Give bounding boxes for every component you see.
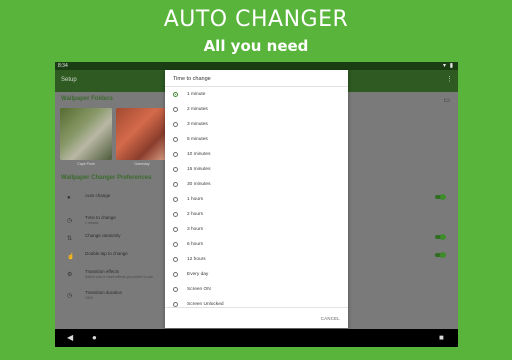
radio-button[interactable] bbox=[173, 257, 178, 262]
time-to-change-dialog: Time to change 1 minute 2 minutes 3 minute… bbox=[165, 70, 348, 328]
wallpaper-thumbnail-1[interactable] bbox=[60, 108, 112, 160]
dialog-option[interactable]: 2 hours bbox=[165, 208, 348, 223]
preference-title: Change randomly bbox=[85, 233, 121, 238]
dialog-option[interactable]: Screen ON bbox=[165, 283, 348, 298]
option-label: Screen ON bbox=[187, 287, 211, 292]
radio-button[interactable] bbox=[173, 137, 178, 142]
promo-subtitle: All you need bbox=[203, 37, 309, 55]
preference-toggle[interactable] bbox=[435, 234, 446, 240]
add-folder-icon[interactable]: ▭ bbox=[443, 96, 450, 104]
thumbnail-label-2: Gameday bbox=[134, 162, 150, 166]
preference-subtitle: 1500 bbox=[85, 296, 93, 300]
preference-title: Time to change bbox=[85, 215, 116, 220]
dialog-option[interactable]: 10 minutes bbox=[165, 148, 348, 163]
radio-button[interactable] bbox=[173, 152, 178, 157]
option-label: 15 minutes bbox=[187, 167, 211, 172]
radio-button[interactable] bbox=[173, 167, 178, 172]
preference-title: Double tap to change bbox=[85, 251, 128, 256]
wallpaper-thumbnail-2[interactable] bbox=[116, 108, 168, 160]
dialog-option[interactable]: 6 hours bbox=[165, 238, 348, 253]
dialog-option[interactable]: 3 minutes bbox=[165, 118, 348, 133]
preference-icon: ◷ bbox=[67, 293, 73, 299]
preference-icon: ⚙ bbox=[67, 272, 73, 278]
option-label: 10 minutes bbox=[187, 152, 211, 157]
preference-subtitle: Select one or more effects you prefer to… bbox=[85, 275, 154, 279]
dialog-option[interactable]: 12 hours bbox=[165, 253, 348, 268]
radio-button[interactable] bbox=[173, 227, 178, 232]
option-label: 2 hours bbox=[187, 212, 203, 217]
cancel-button[interactable]: CANCEL bbox=[321, 316, 340, 321]
preference-icon: ● bbox=[67, 195, 71, 201]
dialog-option[interactable]: 2 minutes bbox=[165, 103, 348, 118]
dialog-option[interactable]: 30 minutes bbox=[165, 178, 348, 193]
dialog-option[interactable]: Every day bbox=[165, 268, 348, 283]
overflow-menu-icon[interactable]: ⋮ bbox=[446, 75, 453, 83]
status-bar: 8:34 ▾ ▮ bbox=[55, 62, 458, 70]
dialog-option[interactable]: 1 hours bbox=[165, 193, 348, 208]
dialog-option[interactable]: 5 minutes bbox=[165, 133, 348, 148]
app-bar-title: Setup bbox=[61, 77, 77, 83]
thumbnail-label-1: Cape Point bbox=[77, 162, 95, 166]
home-icon[interactable]: ● bbox=[92, 333, 97, 342]
option-label: 30 minutes bbox=[187, 182, 211, 187]
preference-toggle[interactable] bbox=[435, 252, 446, 258]
preference-title: Auto change bbox=[85, 193, 111, 198]
option-label: 3 hours bbox=[187, 227, 203, 232]
dialog-option[interactable]: 1 minute bbox=[165, 88, 348, 103]
dialog-option[interactable]: 3 hours bbox=[165, 223, 348, 238]
radio-button[interactable] bbox=[173, 212, 178, 217]
option-label: 1 hours bbox=[187, 197, 203, 202]
radio-button[interactable] bbox=[173, 107, 178, 112]
preference-title: Transition effects bbox=[85, 269, 120, 274]
promo-title: AUTO CHANGER bbox=[163, 7, 349, 32]
radio-button[interactable] bbox=[173, 122, 178, 127]
radio-button[interactable] bbox=[173, 242, 178, 247]
option-label: 1 minute bbox=[187, 92, 206, 97]
dialog-option[interactable]: 15 minutes bbox=[165, 163, 348, 178]
status-time: 8:34 bbox=[58, 63, 68, 69]
option-label: 3 minutes bbox=[187, 122, 208, 127]
preferences-heading: Wallpaper Changer Preferences bbox=[61, 175, 152, 181]
option-label: Every day bbox=[187, 272, 209, 277]
preference-icon: ◷ bbox=[67, 218, 73, 224]
dialog-top-divider bbox=[165, 86, 348, 87]
folders-heading: Wallpaper Folders bbox=[61, 96, 113, 102]
preference-icon: ⇅ bbox=[67, 236, 73, 242]
dialog-option[interactable]: Screen Unlocked bbox=[165, 298, 348, 313]
dialog-title: Time to change bbox=[173, 76, 211, 82]
back-icon[interactable]: ◀ bbox=[67, 333, 73, 342]
option-label: 5 minutes bbox=[187, 137, 208, 142]
radio-button[interactable] bbox=[173, 92, 178, 97]
option-label: 6 hours bbox=[187, 242, 203, 247]
radio-button[interactable] bbox=[173, 287, 178, 292]
navigation-bar: ◀ ● ■ bbox=[55, 329, 458, 347]
radio-button[interactable] bbox=[173, 272, 178, 277]
radio-button[interactable] bbox=[173, 182, 178, 187]
status-icons: ▾ ▮ bbox=[443, 63, 454, 69]
dialog-bottom-divider bbox=[165, 307, 348, 308]
preference-icon: ☝ bbox=[67, 254, 75, 260]
option-label: 12 hours bbox=[187, 257, 206, 262]
recents-icon[interactable]: ■ bbox=[439, 333, 444, 342]
radio-button[interactable] bbox=[173, 197, 178, 202]
preference-title: Transition duration bbox=[85, 290, 123, 295]
preference-toggle[interactable] bbox=[435, 194, 446, 200]
preference-subtitle: 1 minute bbox=[85, 221, 99, 225]
option-label: 2 minutes bbox=[187, 107, 208, 112]
